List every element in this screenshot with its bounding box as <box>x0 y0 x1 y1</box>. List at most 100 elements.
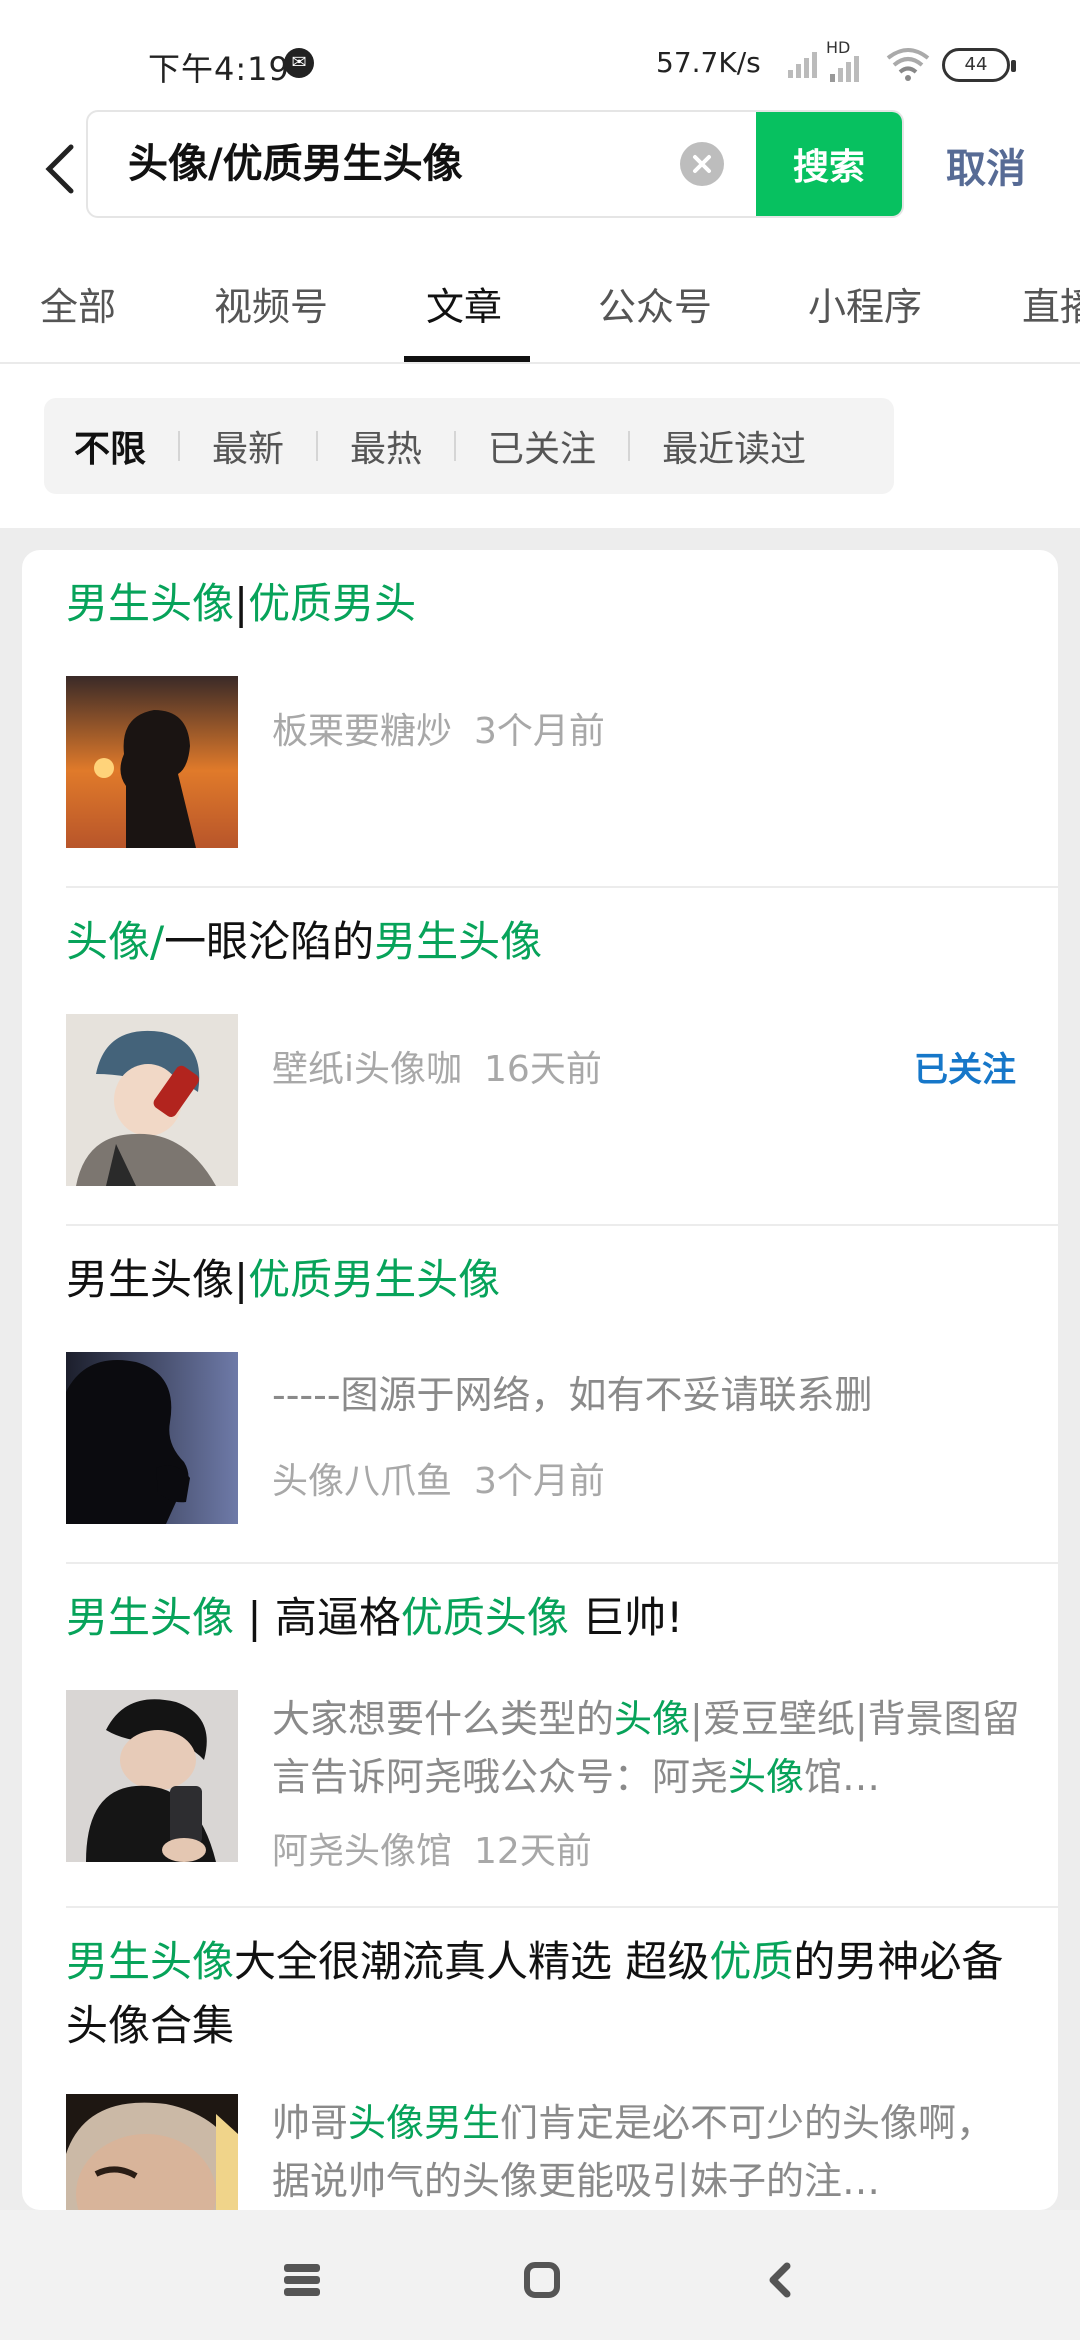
clear-search-button[interactable] <box>680 142 724 186</box>
filter-unlimited[interactable]: 不限 <box>74 420 146 472</box>
result-thumbnail[interactable] <box>66 2094 238 2210</box>
system-nav-bar <box>0 2210 1080 2340</box>
result-title[interactable]: 男生头像|优质男生头像 <box>66 1248 1026 1312</box>
followed-badge: 已关注 <box>914 1050 1016 1090</box>
result-title[interactable]: 男生头像 | 高逼格优质头像 巨帅! <box>66 1586 1026 1650</box>
boy-closeup-image <box>66 2094 238 2210</box>
signal-icon-2 <box>830 56 859 82</box>
result-snippet: 大家想要什么类型的头像|爱豆壁纸|背景图留言告诉阿尧哦公众号：阿尧头像馆… <box>272 1690 1022 1806</box>
notification-icon: ✉ <box>284 48 314 78</box>
result-snippet: 帅哥头像男生们肯定是必不可少的头像啊，据说帅气的头像更能吸引妹子的注… <box>272 2094 1022 2210</box>
wifi-icon <box>886 48 930 81</box>
filter-followed[interactable]: 已关注 <box>488 420 596 472</box>
cancel-button[interactable]: 取消 <box>946 134 1026 204</box>
title-text: | <box>234 1255 249 1304</box>
title-text: | 高逼格 <box>234 1593 401 1642</box>
title-highlight: 头像/ <box>66 917 165 966</box>
title-text: 男生头像 <box>66 1255 235 1304</box>
tab-official-accounts[interactable]: 公众号 <box>598 276 712 331</box>
back-button[interactable] <box>30 134 90 204</box>
list-item[interactable]: 男生头像|优质男头 板栗要糖炒 3个月前 <box>22 550 1058 886</box>
battery-level: 44 <box>964 54 988 75</box>
sunset-portrait-image <box>66 676 238 848</box>
title-highlight: 男生头像 <box>374 917 543 966</box>
results-list: 男生头像|优质男头 板栗要糖炒 3个月前 头像/一眼沦陷的男生头像 壁纸i头像咖… <box>22 550 1058 2210</box>
publish-time: 16天前 <box>484 1049 602 1090</box>
back-nav-button[interactable] <box>750 2250 810 2310</box>
divider <box>454 431 457 461</box>
publish-time: 3个月前 <box>474 1461 605 1502</box>
chevron-left-icon <box>769 2262 791 2298</box>
boy-with-phone-image <box>66 1690 238 1862</box>
filter-bar: 不限 最新 最热 已关注 最近读过 <box>44 398 894 494</box>
menu-button[interactable] <box>272 2250 332 2310</box>
close-icon <box>693 155 711 173</box>
tab-mini-programs[interactable]: 小程序 <box>808 276 922 331</box>
network-speed: 57.7K/s <box>656 46 761 79</box>
result-title[interactable]: 男生头像大全很潮流真人精选 超级优质的男神必备头像合集 <box>66 1930 1026 2058</box>
title-highlight: 优质头像 <box>400 1593 569 1642</box>
title-highlight: 优质男头 <box>248 579 417 628</box>
status-time: 下午4:19 <box>148 50 290 88</box>
tab-channels[interactable]: 视频号 <box>214 276 328 331</box>
search-button[interactable]: 搜索 <box>756 112 902 216</box>
title-text: 巨帅! <box>568 1593 684 1642</box>
battery-indicator: 44 <box>942 48 1016 82</box>
snippet-text: 帅哥 <box>272 2101 349 2145</box>
result-thumbnail[interactable] <box>66 676 238 848</box>
author-name[interactable]: 头像八爪鱼 <box>272 1461 452 1502</box>
search-input[interactable]: 头像/优质男生头像 <box>128 112 688 216</box>
menu-icon <box>284 2264 320 2296</box>
tab-articles[interactable]: 文章 <box>426 276 502 331</box>
title-highlight: 优质男生头像 <box>248 1255 501 1304</box>
home-button[interactable] <box>512 2250 572 2310</box>
divider <box>628 431 631 461</box>
result-thumbnail[interactable] <box>66 1690 238 1862</box>
anime-boy-drinking-image <box>66 1014 238 1186</box>
chevron-left-icon <box>45 144 74 194</box>
category-tabs: 全部 视频号 文章 公众号 小程序 直播 <box>0 230 1080 364</box>
search-header: 头像/优质男生头像 搜索 取消 <box>0 110 1080 230</box>
snippet-highlight: 头像 <box>614 1697 691 1741</box>
author-name[interactable]: 板栗要糖炒 <box>272 711 452 752</box>
home-icon <box>524 2262 560 2298</box>
title-text: 大全很潮流真人精选 超级 <box>234 1937 710 1986</box>
search-box: 头像/优质男生头像 搜索 <box>86 110 904 218</box>
title-highlight: 男生头像 <box>66 1593 235 1642</box>
tab-all[interactable]: 全部 <box>40 276 116 331</box>
title-text: | <box>234 579 249 628</box>
divider <box>178 431 181 461</box>
author-name[interactable]: 阿尧头像馆 <box>272 1831 452 1872</box>
divider <box>316 431 319 461</box>
silhouette-portrait-image <box>66 1352 238 1524</box>
filter-recently-read[interactable]: 最近读过 <box>662 420 806 472</box>
result-title[interactable]: 男生头像|优质男头 <box>66 572 1026 636</box>
signal-icon <box>788 52 817 78</box>
snippet-text: 大家想要什么类型的 <box>272 1697 615 1741</box>
result-thumbnail[interactable] <box>66 1014 238 1186</box>
title-text: 一眼沦陷的 <box>164 917 375 966</box>
title-highlight: 男生头像 <box>66 1937 235 1986</box>
author-name[interactable]: 壁纸i头像咖 <box>272 1049 462 1090</box>
list-item[interactable]: 男生头像大全很潮流真人精选 超级优质的男神必备头像合集 帅哥头像男生们肯定是必不… <box>22 1908 1058 2210</box>
list-item[interactable]: 男生头像 | 高逼格优质头像 巨帅! 大家想要什么类型的头像|爱豆壁纸|背景图留… <box>22 1564 1058 1908</box>
status-bar: 下午4:19 ✉ 57.7K/s HD 44 <box>0 0 1080 110</box>
result-snippet: -----图源于网络，如有不妥请联系删 <box>272 1373 873 1417</box>
publish-time: 12天前 <box>474 1831 592 1872</box>
result-meta: 壁纸i头像咖 16天前 <box>272 1040 602 1092</box>
snippet-highlight: 头像 <box>728 1755 805 1799</box>
result-title[interactable]: 头像/一眼沦陷的男生头像 <box>66 910 1026 974</box>
title-highlight: 男生头像 <box>66 579 235 628</box>
result-meta: 板栗要糖炒 3个月前 <box>272 702 605 754</box>
list-item[interactable]: 男生头像|优质男生头像 -----图源于网络，如有不妥请联系删 头像八爪鱼 3个月… <box>22 1226 1058 1562</box>
filter-latest[interactable]: 最新 <box>212 420 284 472</box>
list-item[interactable]: 头像/一眼沦陷的男生头像 壁纸i头像咖 16天前 已关注 <box>22 888 1058 1224</box>
title-highlight: 优质 <box>709 1937 794 1986</box>
snippet-text: 馆… <box>804 1755 881 1799</box>
active-tab-indicator <box>404 356 530 362</box>
result-thumbnail[interactable] <box>66 1352 238 1524</box>
tab-live[interactable]: 直播 <box>1022 276 1080 331</box>
snippet-highlight: 头像男生 <box>348 2101 501 2145</box>
filter-hottest[interactable]: 最热 <box>350 420 422 472</box>
filter-area: 不限 最新 最热 已关注 最近读过 <box>0 364 1080 528</box>
